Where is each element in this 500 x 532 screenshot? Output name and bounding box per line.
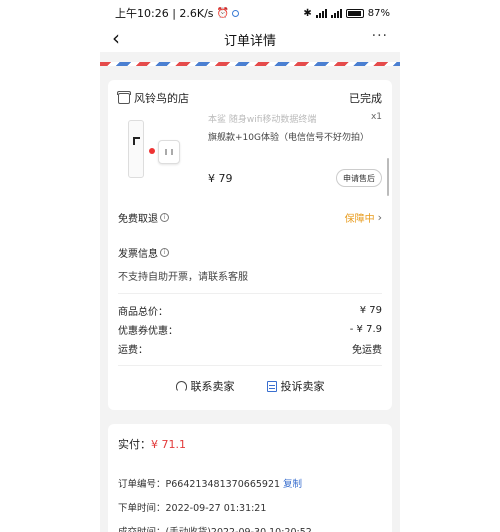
total-price-row: 商品总价： ¥ 79 bbox=[118, 303, 382, 318]
paid-amount: ¥ 71.1 bbox=[151, 438, 186, 451]
order-number-label: 订单编号： bbox=[118, 479, 166, 490]
paid-amount-row: 实付：¥ 71.1 bbox=[118, 436, 186, 452]
free-return-label: 免费取退 bbox=[118, 214, 158, 225]
battery-percent: 87% bbox=[367, 7, 390, 19]
phone-screen: 上午10:26 | 2.6K/s ⏰ ✱ 87% ‹ 订单详情 ··· 风铃鸟的… bbox=[100, 0, 400, 532]
app-notification-icon bbox=[232, 9, 239, 17]
shipping-label: 运费： bbox=[118, 345, 148, 356]
red-dot bbox=[149, 148, 155, 154]
signal-icon-2 bbox=[330, 8, 342, 18]
bluetooth-icon: ✱ bbox=[303, 7, 312, 19]
complain-seller-button[interactable]: 投诉卖家 bbox=[266, 378, 325, 394]
copy-button[interactable]: 复制 bbox=[283, 479, 302, 490]
product-price: ¥ 79 bbox=[208, 172, 233, 185]
coupon-row: 优惠券优惠： - ¥ 7.9 bbox=[118, 322, 382, 337]
request-after-sale-button[interactable]: 申请售后 bbox=[336, 169, 382, 187]
free-return-status: 保障中 › bbox=[345, 210, 382, 225]
wifi-stick-image bbox=[128, 120, 144, 178]
signal-icon bbox=[315, 8, 327, 18]
protect-text: 保障中 bbox=[344, 214, 375, 225]
shop-name: 风铃鸟的店 bbox=[134, 92, 189, 105]
airmail-stripe-divider bbox=[100, 62, 400, 66]
contact-seller-button[interactable]: 联系卖家 bbox=[175, 378, 235, 394]
order-info-card: 实付：¥ 71.1 订单编号：P664213481370665921 复制 下单时… bbox=[108, 424, 392, 532]
invoice-info-icon[interactable]: i bbox=[160, 248, 169, 257]
shop-header[interactable]: 风铃鸟的店 已完成 bbox=[117, 90, 382, 106]
back-icon[interactable]: ‹ bbox=[112, 28, 120, 48]
headset-icon bbox=[175, 380, 187, 392]
shipping-row: 运费： 免运费 bbox=[118, 341, 382, 356]
order-status: 已完成 bbox=[349, 92, 382, 105]
page-title: 订单详情 bbox=[223, 33, 276, 49]
charger-image bbox=[158, 140, 180, 164]
invoice-row: 发票信息 i bbox=[118, 245, 382, 260]
divider bbox=[118, 365, 382, 366]
invoice-label: 发票信息 bbox=[118, 249, 158, 260]
shop-icon bbox=[117, 90, 131, 104]
free-return-row[interactable]: 免费取退 i 保障中 › bbox=[118, 210, 382, 225]
info-icon[interactable]: i bbox=[160, 213, 169, 222]
order-number-row: 订单编号：P664213481370665921 复制 bbox=[118, 476, 302, 490]
invoice-desc: 不支持自助开票，请联系客服 bbox=[118, 272, 248, 283]
seller-actions: 联系卖家 投诉卖家 bbox=[108, 378, 392, 394]
complaint-icon bbox=[266, 380, 277, 392]
more-options-icon[interactable]: ··· bbox=[372, 28, 388, 44]
total-price-label: 商品总价： bbox=[118, 307, 168, 318]
paid-label: 实付： bbox=[118, 438, 151, 451]
product-image[interactable] bbox=[122, 118, 184, 180]
status-bar: 上午10:26 | 2.6K/s ⏰ ✱ 87% bbox=[100, 0, 400, 26]
battery-icon bbox=[345, 8, 364, 18]
nav-bar: ‹ 订单详情 ··· bbox=[100, 26, 400, 52]
coupon-label: 优惠券优惠： bbox=[118, 326, 178, 337]
divider bbox=[118, 293, 382, 294]
total-price-value: ¥ 79 bbox=[359, 305, 382, 316]
alarm-icon: ⏰ bbox=[216, 7, 229, 19]
contact-seller-label: 联系卖家 bbox=[190, 380, 235, 393]
order-card: 风铃鸟的店 已完成 本鲨 随身wifi移动数据终端 x1 旗舰款+10G体验（电… bbox=[108, 80, 392, 410]
coupon-value: - ¥ 7.9 bbox=[349, 324, 382, 335]
scrollbar[interactable] bbox=[387, 158, 389, 196]
order-number-value: P664213481370665921 bbox=[165, 479, 281, 490]
product-spec: 旗舰款+10G体验（电信信号不好勿拍） bbox=[208, 133, 369, 143]
complain-seller-label: 投诉卖家 bbox=[280, 380, 325, 393]
status-time-network: 上午10:26 | 2.6K/s bbox=[115, 7, 214, 20]
product-name[interactable]: 本鲨 随身wifi移动数据终端 bbox=[208, 112, 358, 125]
chevron-right-icon: › bbox=[377, 211, 382, 224]
shipping-value: 免运费 bbox=[352, 345, 382, 356]
product-quantity: x1 bbox=[370, 112, 382, 122]
deal-time: 成交时间：(手动收货)2022-09-30 10:20:52 bbox=[118, 524, 312, 532]
order-time: 下单时间：2022-09-27 01:31:21 bbox=[118, 503, 267, 514]
